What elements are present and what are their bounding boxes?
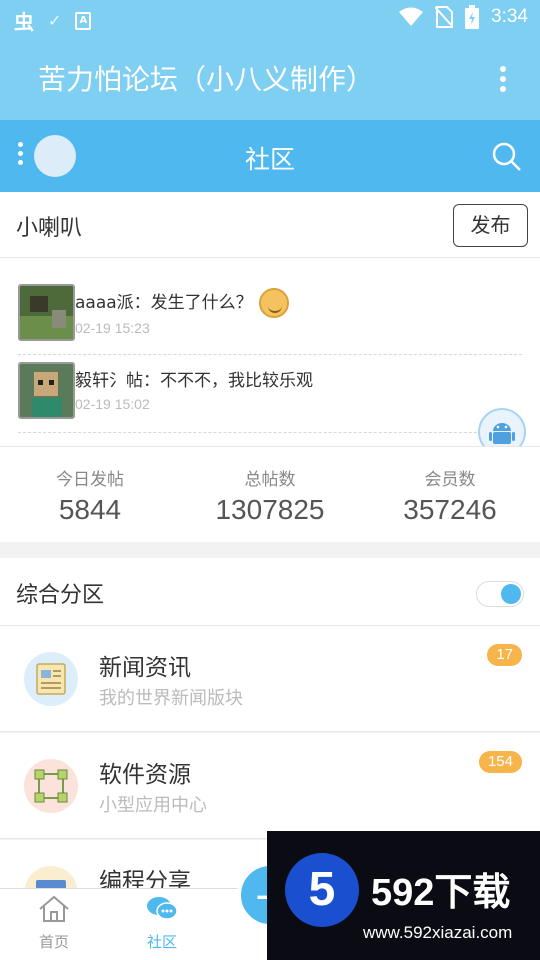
category-toggle[interactable]	[476, 581, 524, 607]
list-item[interactable]: 毅轩氵帖：不不不，我比较乐观 02-19 15:02	[18, 362, 522, 440]
stat-total-posts: 总帖数 1307825	[215, 470, 325, 525]
user-thumbnail	[18, 284, 75, 341]
user-thumbnail	[18, 362, 75, 419]
app-title-bar: 苦力怕论坛（小八义制作）	[0, 36, 540, 120]
category-title: 综合分区	[16, 583, 105, 608]
horn-section: 小喇叭 发布 aaaa派：发生了什么？ 02-19 15:23 毅轩氵帖：不不不…	[0, 192, 540, 446]
nav-label: 首页	[38, 933, 69, 951]
new-post-badge: 154	[478, 751, 522, 773]
home-icon	[39, 895, 69, 922]
post-button[interactable]: 发布	[453, 204, 528, 247]
watermark-url: www.592xiazai.com	[363, 923, 513, 942]
forum-item-news[interactable]: 新闻资讯 我的世界新闻版块 17	[0, 626, 540, 732]
page-title: 社区	[244, 145, 295, 174]
watermark-brand: 592下载	[371, 872, 511, 914]
more-options-icon[interactable]	[500, 66, 506, 96]
feed-time: 02-19 15:02	[75, 396, 150, 412]
wifi-icon	[399, 7, 424, 26]
no-sim-icon	[435, 6, 454, 28]
bug-icon: 虫	[14, 10, 34, 34]
feed-text: aaaa派：发生了什么？	[75, 288, 289, 318]
forum-item-software[interactable]: 软件资源 小型应用中心 154	[0, 733, 540, 839]
app-title: 苦力怕论坛（小八义制作）	[38, 63, 375, 96]
list-item[interactable]: aaaa派：发生了什么？ 02-19 15:23	[18, 284, 522, 362]
a-box-icon: A	[75, 11, 92, 30]
forum-desc: 我的世界新闻版块	[99, 688, 243, 709]
chat-icon	[147, 897, 178, 920]
clock: 3:34	[491, 6, 528, 27]
watermark: 5 592下载 www.592xiazai.com	[267, 831, 540, 960]
nav-home[interactable]: 首页	[0, 895, 108, 952]
status-bar: 虫 ✓ A 3:34	[0, 0, 540, 36]
forum-name: 新闻资讯	[99, 655, 191, 681]
category-header: 综合分区	[0, 558, 540, 626]
forum-name: 软件资源	[99, 762, 191, 788]
newspaper-icon	[24, 652, 78, 706]
community-bar: 社区	[0, 120, 540, 192]
nav-label: 社区	[146, 933, 177, 951]
check-icon: ✓	[48, 11, 62, 30]
battery-icon	[465, 5, 480, 29]
nodes-icon	[24, 759, 78, 813]
stat-members: 会员数 357246	[403, 470, 497, 525]
watermark-logo: 5	[285, 853, 359, 927]
horn-title: 小喇叭	[16, 216, 83, 241]
smiley-icon	[258, 288, 289, 318]
forum-stats: 今日发帖 5844 总帖数 1307825 会员数 357246	[0, 446, 540, 542]
feed-time: 02-19 15:23	[75, 320, 150, 336]
stat-today-posts: 今日发帖 5844	[56, 470, 124, 525]
horn-header: 小喇叭 发布	[0, 192, 540, 258]
forum-desc: 小型应用中心	[99, 795, 207, 816]
divider	[18, 354, 522, 355]
nav-community[interactable]: 社区	[108, 895, 216, 952]
feed-text: 毅轩氵帖：不不不，我比较乐观	[75, 371, 313, 391]
search-icon[interactable]	[492, 142, 522, 172]
new-post-badge: 17	[487, 644, 522, 666]
divider	[18, 432, 522, 433]
